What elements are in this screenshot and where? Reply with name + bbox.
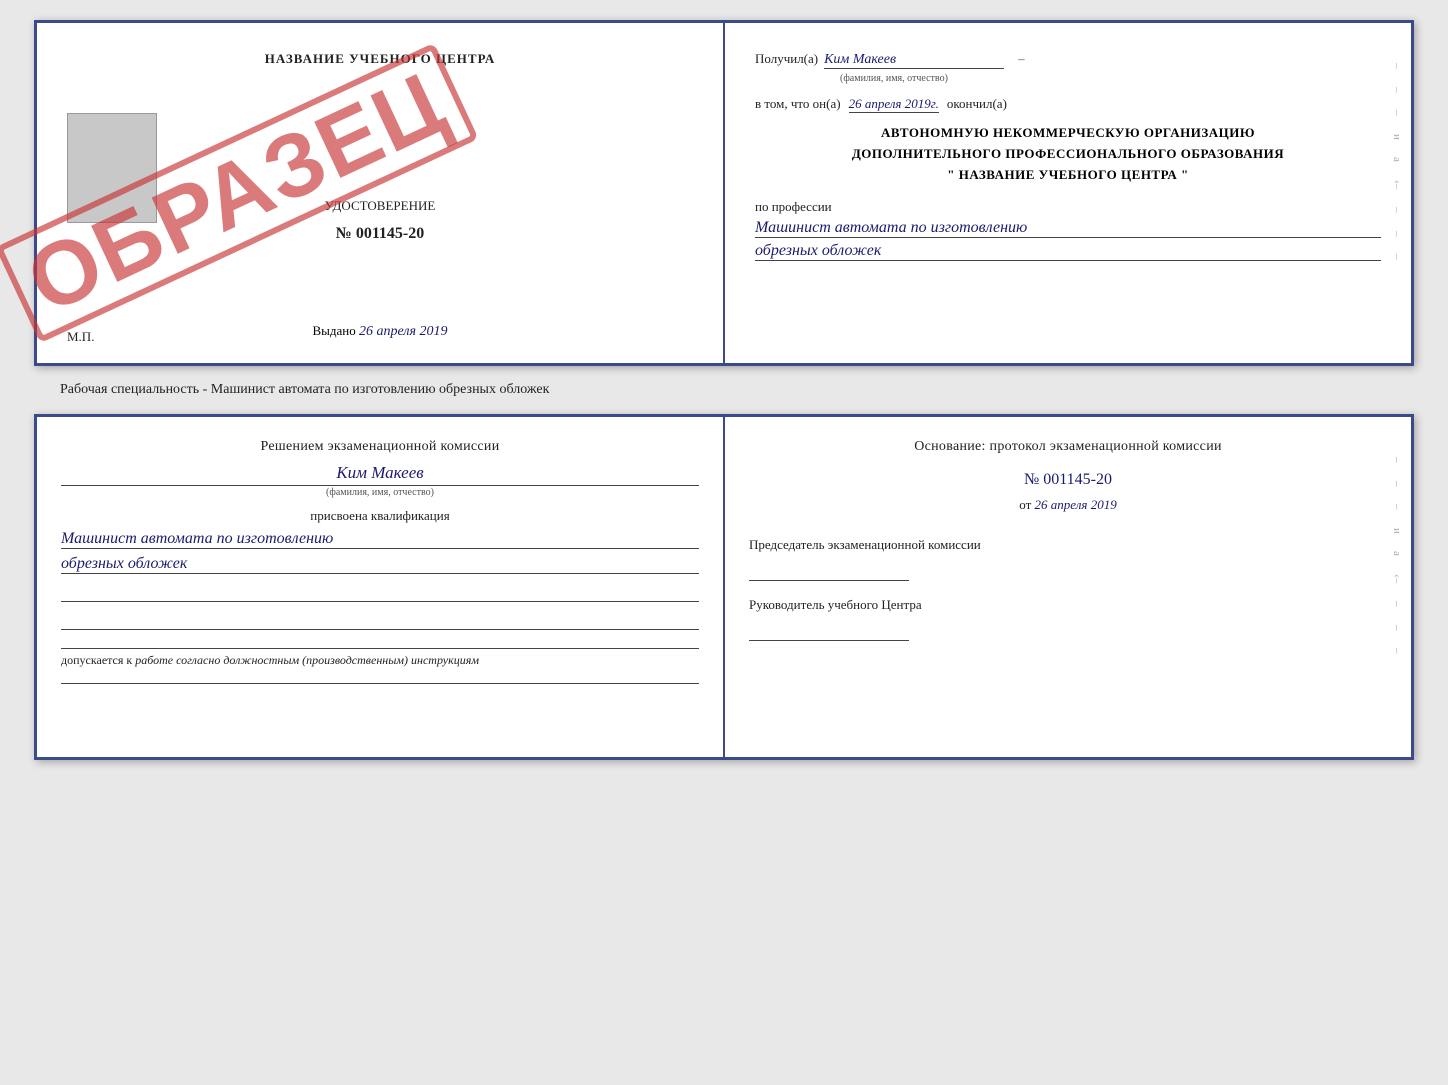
mp-label: М.П. (67, 329, 94, 345)
cert-back-left: Решением экзаменационной комиссии Ким Ма… (37, 417, 725, 757)
cert-school-name: НАЗВАНИЕ УЧЕБНОГО ЦЕНТРА (67, 51, 693, 67)
org-block: АВТОНОМНУЮ НЕКОММЕРЧЕСКУЮ ОРГАНИЗАЦИЮ ДО… (755, 123, 1381, 185)
profession-value2: обрезных обложек (755, 242, 1381, 261)
protocol-date-value: 26 апреля 2019 (1035, 497, 1117, 512)
director-label: Руководитель учебного Центра (749, 597, 922, 612)
fio-sub-top: (фамилия, имя, отчество) (840, 73, 1381, 84)
photo-placeholder (67, 113, 157, 223)
vtom-row: в том, что он(а) 26 апреля 2019г. окончи… (755, 96, 1381, 113)
received-name: Ким Макеев (824, 52, 1004, 69)
allowed-text: допускается к работе согласно должностны… (61, 648, 699, 668)
side-decorations-bottom: – – – и а ‹– – – – (1391, 457, 1403, 654)
decision-heading: Решением экзаменационной комиссии (61, 439, 699, 455)
fio-sub-bottom: (фамилия, имя, отчество) (61, 485, 699, 498)
bottom-document-pair: Решением экзаменационной комиссии Ким Ма… (34, 414, 1414, 760)
profession-value1: Машинист автомата по изготовлению (755, 219, 1381, 238)
qualification-value2: обрезных обложек (61, 555, 699, 574)
vtom-date: 26 апреля 2019г. (849, 96, 939, 113)
received-field: Получил(а) Ким Макеев – (755, 51, 1381, 69)
allowed-prefix: допускается к (61, 653, 132, 667)
director-block: Руководитель учебного Центра (749, 597, 1387, 641)
issued-block: Выдано 26 апреля 2019 (67, 323, 693, 340)
cert-number-block: № 001145-20 (67, 225, 693, 243)
cert-back-right: Основание: протокол экзаменационной коми… (725, 417, 1411, 757)
issued-date-value: 26 апреля 2019 (359, 324, 447, 339)
cert-number: № 001145-20 (336, 225, 425, 242)
protocol-number: № 001145-20 (749, 471, 1387, 489)
cert-label-block: УДОСТОВЕРЕНИЕ (67, 197, 693, 215)
qualification-value1: Машинист автомата по изготовлению (61, 530, 699, 549)
received-label: Получил(а) (755, 51, 818, 67)
okончил-label: окончил(а) (947, 96, 1007, 112)
org-line3: " НАЗВАНИЕ УЧЕБНОГО ЦЕНТРА " (755, 165, 1381, 186)
document-caption: Рабочая специальность - Машинист автомат… (20, 382, 549, 398)
org-line2: ДОПОЛНИТЕЛЬНОГО ПРОФЕССИОНАЛЬНОГО ОБРАЗО… (755, 144, 1381, 165)
director-signature-line (749, 621, 909, 641)
date-prefix: от (1019, 497, 1031, 512)
top-document-pair: НАЗВАНИЕ УЧЕБНОГО ЦЕНТРА ОБРАЗЕЦ УДОСТОВ… (34, 20, 1414, 366)
issued-label: Выдано 26 апреля 2019 (313, 323, 448, 338)
chairman-signature-line (749, 561, 909, 581)
side-decorations-top: – – – и а ‹– – – – (1391, 63, 1403, 260)
chairman-label: Председатель экзаменационной комиссии (749, 537, 981, 552)
cert-front-left: НАЗВАНИЕ УЧЕБНОГО ЦЕНТРА ОБРАЗЕЦ УДОСТОВ… (37, 23, 725, 363)
basis-heading: Основание: протокол экзаменационной коми… (749, 439, 1387, 455)
cert-label: УДОСТОВЕРЕНИЕ (325, 198, 436, 213)
person-name-cursive: Ким Макеев (61, 463, 699, 483)
cert-front-right: Получил(а) Ким Макеев – (фамилия, имя, о… (725, 23, 1411, 363)
chairman-block: Председатель экзаменационной комиссии (749, 537, 1387, 581)
assigned-label: присвоена квалификация (61, 508, 699, 524)
org-line1: АВТОНОМНУЮ НЕКОММЕРЧЕСКУЮ ОРГАНИЗАЦИЮ (755, 123, 1381, 144)
protocol-date-row: от 26 апреля 2019 (749, 497, 1387, 513)
vtom-label: в том, что он(а) (755, 96, 841, 112)
profession-label: по профессии (755, 199, 1381, 215)
allowed-italic: работе согласно должностным (производств… (135, 653, 479, 667)
